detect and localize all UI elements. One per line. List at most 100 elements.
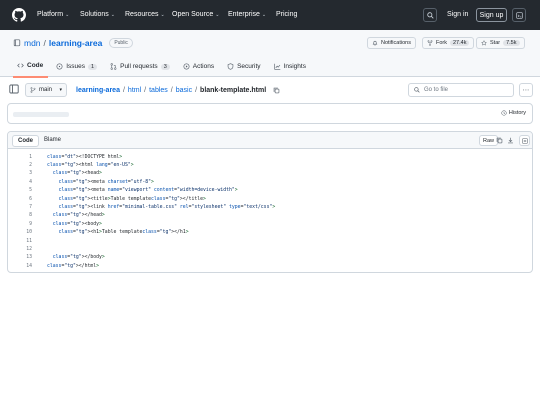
chevron-down-icon: ⌄ xyxy=(215,11,220,18)
chevron-down-icon: ⌄ xyxy=(160,11,165,18)
fork-button[interactable]: Fork 27.4k xyxy=(422,37,475,49)
line-number[interactable]: 9 xyxy=(8,222,32,227)
download-button[interactable] xyxy=(505,135,516,146)
code-line: 6 class="tg"><title>Table templateclass=… xyxy=(8,195,532,203)
code-area: 1 class="dt"><!DOCTYPE html> 2 class="tg"><… xyxy=(8,153,532,270)
code-view-button[interactable]: Code xyxy=(12,135,39,147)
chevron-down-icon: ⌄ xyxy=(261,11,267,18)
shield-icon xyxy=(227,63,234,70)
go-to-file-placeholder: Go to file xyxy=(424,87,449,93)
commit-loading-placeholder xyxy=(13,112,69,117)
tab-security[interactable]: Security xyxy=(223,60,265,78)
search-button[interactable] xyxy=(423,8,437,22)
tab-pull-requests[interactable]: Pull requests 3 xyxy=(106,60,175,78)
copy-path-icon[interactable] xyxy=(273,87,280,94)
code-line: 8 class="tg"></head> xyxy=(8,212,532,220)
line-source: class="tg"><body> xyxy=(52,221,102,227)
github-logo-icon[interactable] xyxy=(12,8,26,22)
star-button[interactable]: Star 7.5k xyxy=(476,37,525,49)
repo-name-link[interactable]: learning-area xyxy=(49,38,102,48)
line-number[interactable]: 2 xyxy=(8,163,32,168)
blame-view-button[interactable]: Blame xyxy=(39,135,66,147)
nav-resources-label: Resources xyxy=(125,11,159,18)
line-source: class="tg"><link href="minimal-table.css… xyxy=(58,205,276,211)
breadcrumb-basic-link[interactable]: basic xyxy=(176,87,192,94)
line-number[interactable]: 10 xyxy=(8,230,32,235)
line-source: class="tg"></head> xyxy=(52,213,105,219)
line-number[interactable]: 6 xyxy=(8,197,32,202)
line-source: class="dt"><!DOCTYPE html> xyxy=(47,154,123,160)
symbols-panel-button[interactable] xyxy=(519,135,530,146)
repo-title: mdn / learning-area Public xyxy=(13,38,133,48)
repo-tabs: Code Issues 1 Pull requests 3 Actions Se… xyxy=(13,60,315,78)
repo-header: mdn / learning-area Public Notifications… xyxy=(0,30,540,78)
notifications-button[interactable]: Notifications xyxy=(367,37,416,49)
tab-pull-requests-label: Pull requests xyxy=(120,63,158,70)
sign-up-button[interactable]: Sign up xyxy=(476,8,507,22)
tab-actions[interactable]: Actions xyxy=(179,60,219,78)
line-source: class="tg"></html> xyxy=(47,263,100,269)
caret-down-icon: ▾ xyxy=(59,87,62,93)
code-line: 3 class="tg"><head> xyxy=(8,170,532,178)
code-line: 13 class="tg"></body> xyxy=(8,254,532,262)
line-number[interactable]: 4 xyxy=(8,180,32,185)
nav-platform-label: Platform xyxy=(37,11,64,18)
line-number[interactable]: 7 xyxy=(8,205,32,210)
nav-pricing[interactable]: Pricing xyxy=(276,11,297,18)
sign-in-link[interactable]: Sign in xyxy=(447,11,468,18)
code-line: 4 class="tg"><meta charset="utf-8"> xyxy=(8,178,532,186)
go-to-file-input[interactable]: Go to file xyxy=(408,83,514,97)
line-number[interactable]: 13 xyxy=(8,255,32,260)
line-number[interactable]: 8 xyxy=(8,213,32,218)
line-number[interactable]: 1 xyxy=(8,155,32,160)
breadcrumb-tables-link[interactable]: tables xyxy=(149,87,168,94)
line-number[interactable]: 14 xyxy=(8,264,32,269)
line-number[interactable]: 3 xyxy=(8,171,32,176)
copy-raw-button[interactable] xyxy=(494,135,505,146)
code-line: 14 class="tg"></html> xyxy=(8,262,532,270)
nav-resources[interactable]: Resources ⌄ xyxy=(125,11,165,18)
breadcrumb-separator: / xyxy=(195,87,198,94)
line-number[interactable]: 12 xyxy=(8,247,32,252)
code-line: 12 xyxy=(8,245,532,253)
branch-icon xyxy=(30,87,36,93)
download-icon xyxy=(508,137,513,144)
line-number[interactable]: 11 xyxy=(8,239,32,244)
breadcrumb-html-link[interactable]: html xyxy=(128,87,141,94)
more-options-button[interactable]: ⋯ xyxy=(519,83,533,97)
breadcrumb-separator: / xyxy=(144,87,147,94)
issue-icon xyxy=(56,63,63,70)
fork-count: 27.4k xyxy=(450,40,470,46)
sidebar-expand-icon[interactable] xyxy=(9,84,19,94)
nav-solutions[interactable]: Solutions ⌄ xyxy=(80,11,115,18)
tab-insights[interactable]: Insights xyxy=(270,60,311,78)
latest-commit-box: History xyxy=(7,103,533,124)
tab-code[interactable]: Code xyxy=(13,60,49,78)
repo-separator: / xyxy=(43,38,46,48)
code-line: 11 xyxy=(8,237,532,245)
tab-issues[interactable]: Issues 1 xyxy=(52,60,102,78)
line-source: class="tg"><h1>Table templateclass="tg">… xyxy=(58,230,189,236)
line-source: class="tg"><html lang="en-US"> xyxy=(47,163,134,169)
nav-platform[interactable]: Platform ⌄ xyxy=(37,11,69,18)
repo-icon xyxy=(13,39,21,47)
search-icon xyxy=(414,87,420,93)
line-number[interactable]: 5 xyxy=(8,188,32,193)
symbols-icon xyxy=(521,137,528,144)
star-count: 7.5k xyxy=(503,40,520,46)
file-toolbar: Code Blame Raw xyxy=(8,132,532,149)
code-line: 2 class="tg"><html lang="en-US"> xyxy=(8,161,532,169)
history-link[interactable]: History xyxy=(501,110,526,116)
code-line: 9 class="tg"><body> xyxy=(8,220,532,228)
repo-owner-link[interactable]: mdn xyxy=(24,38,41,48)
breadcrumb-separator: / xyxy=(170,87,173,94)
fork-label: Fork xyxy=(436,40,447,46)
branch-selector[interactable]: main ▾ xyxy=(25,83,67,97)
star-label: Star xyxy=(490,40,501,46)
line-source: class="tg"><meta name="viewport" content… xyxy=(58,188,238,194)
command-palette-button[interactable] xyxy=(512,8,526,22)
breadcrumb-repo-link[interactable]: learning-area xyxy=(76,87,120,94)
nav-open-source[interactable]: Open Source ⌄ xyxy=(172,11,219,18)
nav-enterprise[interactable]: Enterprise ⌄ xyxy=(228,11,266,18)
branch-name: main xyxy=(39,87,53,93)
